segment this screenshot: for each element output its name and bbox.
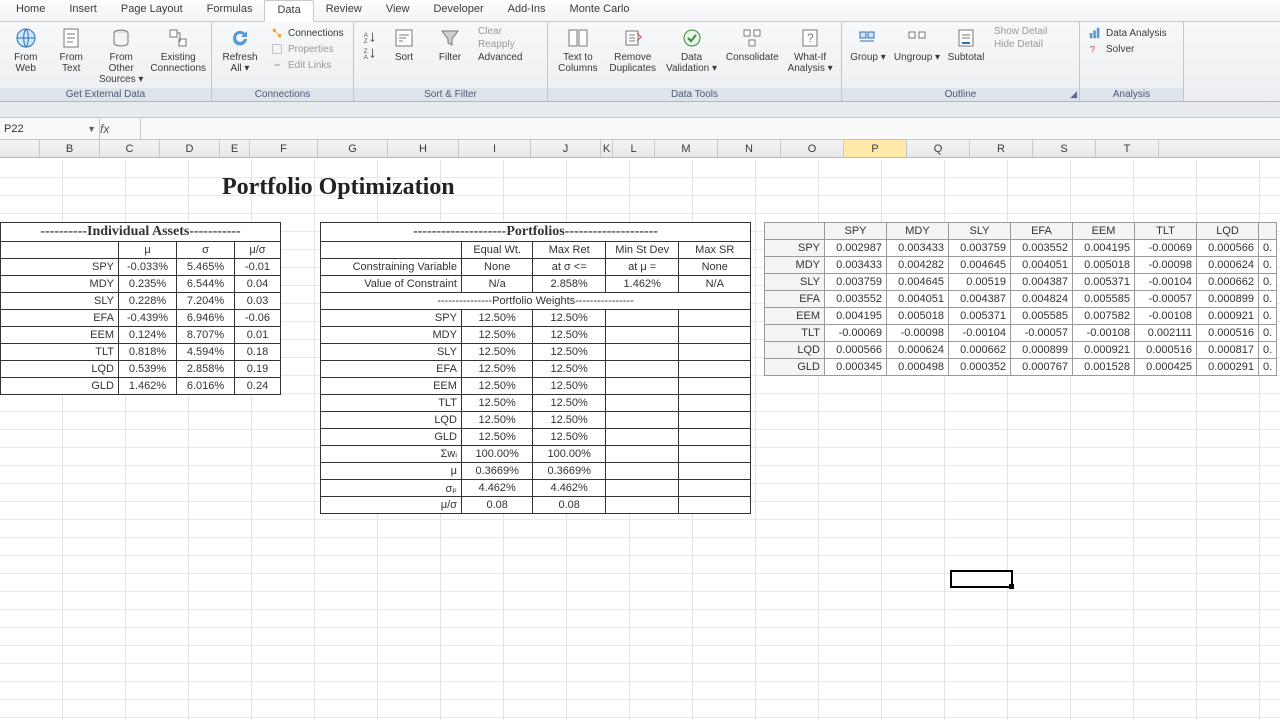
col-header-D[interactable]: D	[160, 140, 220, 157]
subtotal-button[interactable]: Subtotal	[944, 24, 988, 65]
column-headers[interactable]: BCDEFGHIJKLMNOPQRST	[0, 140, 1280, 158]
portfolios-table: --------------------Portfolios----------…	[320, 222, 751, 514]
formula-bar: P22▼ fx	[0, 118, 1280, 140]
col-header-O[interactable]: O	[781, 140, 844, 157]
col-header-K[interactable]: K	[601, 140, 613, 157]
col-header-H[interactable]: H	[388, 140, 459, 157]
covariance-matrix: SPYMDYSLYEFAEEMTLTLQD SPY0.0029870.00343…	[764, 222, 1277, 376]
col-header-T[interactable]: T	[1096, 140, 1159, 157]
existing-connections-button[interactable]: Existing Connections	[149, 24, 207, 76]
quick-access-bar	[0, 102, 1280, 118]
ungroup-button[interactable]: Ungroup ▾	[892, 24, 942, 65]
col-header-Q[interactable]: Q	[907, 140, 970, 157]
ribbon-tabs: HomeInsertPage LayoutFormulasDataReviewV…	[0, 0, 1280, 22]
select-all-corner[interactable]	[0, 140, 40, 157]
col-header-S[interactable]: S	[1033, 140, 1096, 157]
group-label: Connections	[212, 88, 353, 101]
ribbon: From Web From Text From Other Sources ▾ …	[0, 22, 1280, 102]
group-outline: Group ▾ Ungroup ▾ Subtotal Show Detail H…	[842, 22, 1080, 101]
col-header-P[interactable]: P	[844, 140, 907, 157]
from-other-sources-button[interactable]: From Other Sources ▾	[95, 24, 147, 87]
col-header-M[interactable]: M	[655, 140, 718, 157]
col-header-F[interactable]: F	[250, 140, 318, 157]
col-header-B[interactable]: B	[40, 140, 100, 157]
advanced-button[interactable]: Advanced	[478, 52, 522, 63]
tab-insert[interactable]: Insert	[57, 0, 109, 21]
col-header-E[interactable]: E	[220, 140, 250, 157]
individual-assets-table: ----------Individual Assets----------- μ…	[0, 222, 281, 395]
tab-view[interactable]: View	[374, 0, 422, 21]
svg-text:?: ?	[1090, 45, 1095, 56]
group-button[interactable]: Group ▾	[846, 24, 890, 65]
name-box[interactable]: P22▼	[0, 118, 100, 139]
worksheet-grid[interactable]: Portfolio Optimization ----------Individ…	[0, 160, 1280, 720]
what-if-analysis-button[interactable]: ? What-If Analysis ▾	[783, 24, 837, 76]
clear-button: Clear	[478, 26, 522, 37]
chevron-down-icon[interactable]: ▼	[87, 124, 96, 134]
group-get-external-data: From Web From Text From Other Sources ▾ …	[0, 22, 212, 101]
from-text-button[interactable]: From Text	[49, 24, 92, 76]
edit-links-button: Edit Links	[270, 58, 344, 72]
col-header-J[interactable]: J	[531, 140, 601, 157]
sort-desc-button[interactable]: ZA	[362, 46, 376, 60]
solver-button[interactable]: ?Solver	[1088, 42, 1167, 56]
sort-asc-button[interactable]: AZ	[362, 30, 376, 44]
formula-input[interactable]	[141, 118, 1280, 139]
tab-page-layout[interactable]: Page Layout	[109, 0, 195, 21]
tab-formulas[interactable]: Formulas	[195, 0, 265, 21]
group-label: Data Tools	[548, 88, 841, 101]
data-analysis-button[interactable]: Data Analysis	[1088, 26, 1167, 40]
hide-detail-button: Hide Detail	[994, 39, 1047, 50]
fx-icon[interactable]: fx	[100, 118, 141, 139]
group-label: Sort & Filter	[354, 88, 547, 101]
svg-text:?: ?	[807, 31, 814, 45]
sort-button[interactable]: Sort	[382, 24, 426, 65]
properties-button: Properties	[270, 42, 344, 56]
dialog-launcher-icon[interactable]: ◢	[1070, 89, 1077, 100]
tab-monte-carlo[interactable]: Monte Carlo	[558, 0, 642, 21]
from-web-button[interactable]: From Web	[4, 24, 47, 76]
group-label: Outline◢	[842, 88, 1079, 101]
col-header-L[interactable]: L	[613, 140, 655, 157]
group-data-tools: Text to Columns Remove Duplicates Data V…	[548, 22, 842, 101]
tab-add-ins[interactable]: Add-Ins	[496, 0, 558, 21]
tab-developer[interactable]: Developer	[421, 0, 495, 21]
col-header-C[interactable]: C	[100, 140, 160, 157]
text-to-columns-button[interactable]: Text to Columns	[552, 24, 604, 76]
tab-home[interactable]: Home	[4, 0, 57, 21]
group-label: Analysis	[1080, 88, 1183, 101]
col-header-R[interactable]: R	[970, 140, 1033, 157]
group-sort-filter: AZ ZA Sort Filter Clear Reapply Advanced…	[354, 22, 548, 101]
col-header-N[interactable]: N	[718, 140, 781, 157]
svg-text:A: A	[364, 54, 369, 60]
page-title: Portfolio Optimization	[222, 174, 455, 201]
refresh-all-button[interactable]: Refresh All ▾	[216, 24, 264, 76]
filter-button[interactable]: Filter	[428, 24, 472, 65]
connections-button[interactable]: Connections	[270, 26, 344, 40]
show-detail-button: Show Detail	[994, 26, 1047, 37]
data-validation-button[interactable]: Data Validation ▾	[662, 24, 722, 76]
svg-text:Z: Z	[364, 38, 368, 44]
tab-review[interactable]: Review	[314, 0, 374, 21]
tab-data[interactable]: Data	[264, 0, 313, 22]
group-analysis: Data Analysis ?Solver Analysis	[1080, 22, 1184, 101]
reapply-button: Reapply	[478, 39, 522, 50]
consolidate-button[interactable]: Consolidate	[723, 24, 781, 65]
active-cell[interactable]	[950, 570, 1013, 588]
group-connections: Refresh All ▾ Connections Properties Edi…	[212, 22, 354, 101]
col-header-I[interactable]: I	[459, 140, 531, 157]
col-header-G[interactable]: G	[318, 140, 388, 157]
group-label: Get External Data	[0, 88, 211, 101]
remove-duplicates-button[interactable]: Remove Duplicates	[606, 24, 660, 76]
